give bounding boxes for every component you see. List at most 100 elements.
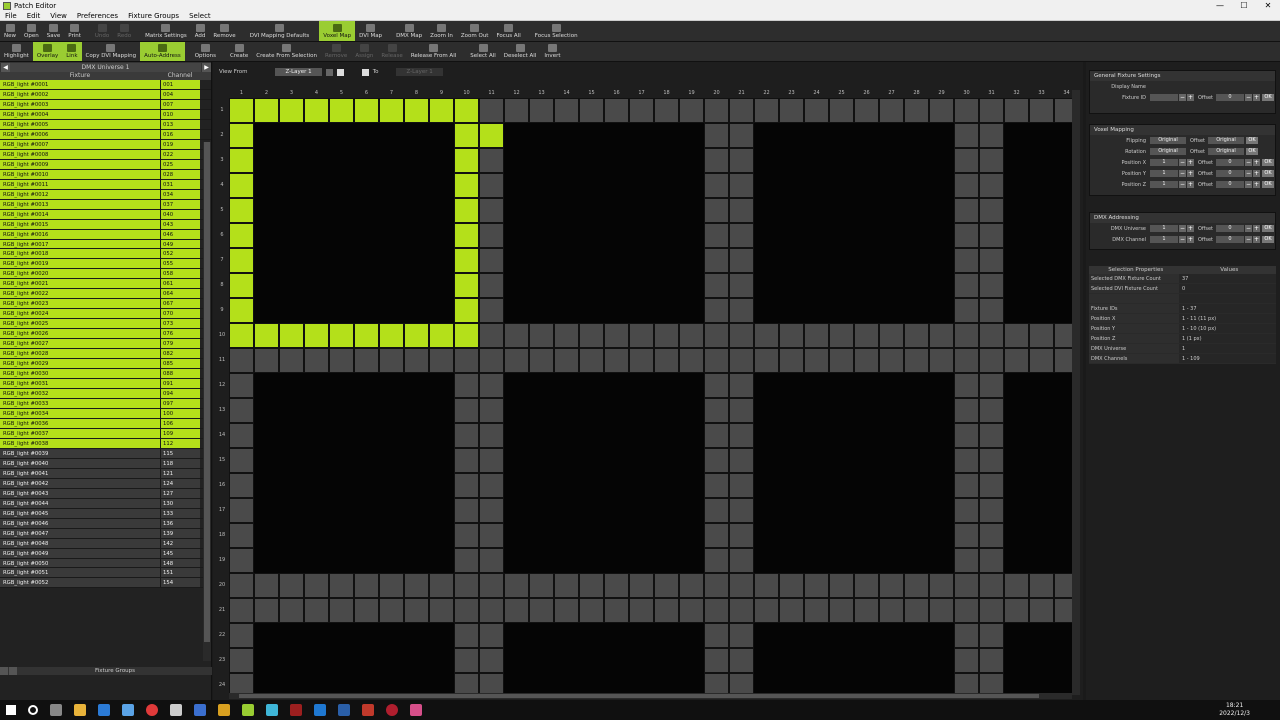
voxel-cell[interactable] bbox=[454, 673, 479, 693]
voxel-cell[interactable] bbox=[779, 98, 804, 123]
list-item[interactable]: RGB_light #0049 145 bbox=[0, 548, 211, 559]
voxel-cell[interactable] bbox=[629, 598, 654, 623]
voxel-cell[interactable] bbox=[1054, 98, 1072, 123]
voxel-cell[interactable] bbox=[654, 98, 679, 123]
voxel-cell[interactable] bbox=[804, 323, 829, 348]
offset-plus-icon[interactable]: + bbox=[1253, 181, 1260, 188]
voxel-cell[interactable] bbox=[979, 248, 1004, 273]
list-item[interactable]: RGB_light #0050 148 bbox=[0, 558, 211, 569]
list-item[interactable]: RGB_light #0006 016 bbox=[0, 129, 211, 140]
list-item[interactable]: RGB_light #0025 073 bbox=[0, 319, 211, 330]
voxel-cell[interactable] bbox=[229, 123, 254, 148]
voxel-cell[interactable] bbox=[1004, 573, 1029, 598]
release-button[interactable]: Release bbox=[377, 42, 407, 61]
voxel-cell[interactable] bbox=[979, 523, 1004, 548]
voxel-cell[interactable] bbox=[979, 498, 1004, 523]
voxel-cell[interactable] bbox=[979, 673, 1004, 693]
fixture-id-ok-button[interactable]: OK bbox=[1262, 94, 1274, 101]
voxel-cell[interactable] bbox=[579, 323, 604, 348]
group-button-icon[interactable] bbox=[0, 667, 8, 675]
create-from-selection-button[interactable]: Create From Selection bbox=[252, 42, 321, 61]
voxel-cell[interactable] bbox=[1004, 98, 1029, 123]
voxel-cell[interactable] bbox=[454, 323, 479, 348]
voxel-cell[interactable] bbox=[1029, 323, 1054, 348]
list-item[interactable]: RGB_light #0018 052 bbox=[0, 249, 211, 260]
zoom-out-button[interactable]: Zoom Out bbox=[457, 21, 493, 41]
list-item[interactable]: RGB_light #0022 064 bbox=[0, 289, 211, 300]
open-button[interactable]: Open bbox=[20, 21, 43, 41]
voxel-cell[interactable] bbox=[729, 223, 754, 248]
voxel-cell[interactable] bbox=[704, 673, 729, 693]
voxel-cell[interactable] bbox=[379, 598, 404, 623]
voxel-cell[interactable] bbox=[754, 598, 779, 623]
voxel-cell[interactable] bbox=[529, 98, 554, 123]
voxel-cell[interactable] bbox=[554, 98, 579, 123]
voxel-cell[interactable] bbox=[704, 348, 729, 373]
list-item[interactable]: RGB_light #0039 115 bbox=[0, 448, 211, 459]
voxel-cell[interactable] bbox=[229, 573, 254, 598]
list-item[interactable]: RGB_light #0034 100 bbox=[0, 408, 211, 419]
voxel-cell[interactable] bbox=[1004, 598, 1029, 623]
voxel-cell[interactable] bbox=[829, 323, 854, 348]
voxel-cell[interactable] bbox=[1054, 598, 1072, 623]
list-item[interactable]: RGB_light #0004 010 bbox=[0, 109, 211, 120]
menu-select[interactable]: Select bbox=[184, 12, 216, 20]
app-icon[interactable] bbox=[338, 704, 350, 716]
voxel-cell[interactable] bbox=[704, 473, 729, 498]
voxel-cell[interactable] bbox=[504, 323, 529, 348]
voxel-cell[interactable] bbox=[429, 573, 454, 598]
offset-minus-icon[interactable]: − bbox=[1245, 225, 1252, 232]
voxel-cell[interactable] bbox=[704, 248, 729, 273]
voxel-cell[interactable] bbox=[1054, 348, 1072, 373]
voxel-cell[interactable] bbox=[979, 573, 1004, 598]
voxel-cell[interactable] bbox=[479, 123, 504, 148]
voxel-cell[interactable] bbox=[554, 348, 579, 373]
calculator-icon[interactable] bbox=[170, 704, 182, 716]
task-view-icon[interactable] bbox=[50, 704, 62, 716]
voxel-cell[interactable] bbox=[254, 323, 279, 348]
voxel-cell[interactable] bbox=[479, 623, 504, 648]
record-icon[interactable] bbox=[386, 704, 398, 716]
mail-icon[interactable] bbox=[98, 704, 110, 716]
voxel-cell[interactable] bbox=[979, 348, 1004, 373]
voxel-cell[interactable] bbox=[729, 473, 754, 498]
voxel-cell[interactable] bbox=[654, 573, 679, 598]
voxel-cell[interactable] bbox=[704, 573, 729, 598]
voxel-cell[interactable] bbox=[979, 548, 1004, 573]
voxel-cell[interactable] bbox=[454, 548, 479, 573]
voxel-cell[interactable] bbox=[979, 373, 1004, 398]
voxel-cell[interactable] bbox=[229, 673, 254, 693]
select-all-button[interactable]: Select All bbox=[466, 42, 500, 61]
voxel-cell[interactable] bbox=[979, 323, 1004, 348]
voxel-cell[interactable] bbox=[679, 598, 704, 623]
voxel-cell[interactable] bbox=[979, 123, 1004, 148]
voxel-cell[interactable] bbox=[879, 598, 904, 623]
voxel-cell[interactable] bbox=[454, 123, 479, 148]
voxel-cell[interactable] bbox=[729, 523, 754, 548]
position-x-ok-button[interactable]: OK bbox=[1262, 159, 1274, 166]
voxel-cell[interactable] bbox=[804, 98, 829, 123]
voxel-cell[interactable] bbox=[729, 648, 754, 673]
voxel-cell[interactable] bbox=[754, 573, 779, 598]
voxel-cell[interactable] bbox=[629, 323, 654, 348]
dvi-map-button[interactable]: DVI Map bbox=[355, 21, 386, 41]
list-item[interactable]: RGB_light #0044 130 bbox=[0, 498, 211, 509]
voxel-cell[interactable] bbox=[454, 273, 479, 298]
voxel-cell[interactable] bbox=[304, 598, 329, 623]
dmx-channel-offset-input[interactable]: 0 bbox=[1216, 236, 1244, 243]
voxel-cell[interactable] bbox=[929, 573, 954, 598]
maximize-icon[interactable]: ☐ bbox=[1232, 0, 1256, 11]
list-item[interactable]: RGB_light #0003 007 bbox=[0, 99, 211, 110]
voxel-cell[interactable] bbox=[229, 473, 254, 498]
voxel-cell[interactable] bbox=[704, 98, 729, 123]
voxel-cell[interactable] bbox=[729, 623, 754, 648]
close-icon[interactable]: ✕ bbox=[1256, 0, 1280, 11]
list-item[interactable]: RGB_light #0029 085 bbox=[0, 359, 211, 370]
voxel-cell[interactable] bbox=[954, 548, 979, 573]
word-icon[interactable] bbox=[194, 704, 206, 716]
offset-plus-icon[interactable]: + bbox=[1253, 94, 1260, 101]
voxel-cell[interactable] bbox=[479, 348, 504, 373]
list-item[interactable]: RGB_light #0021 061 bbox=[0, 279, 211, 290]
voxel-cell[interactable] bbox=[979, 298, 1004, 323]
voxel-cell[interactable] bbox=[654, 598, 679, 623]
